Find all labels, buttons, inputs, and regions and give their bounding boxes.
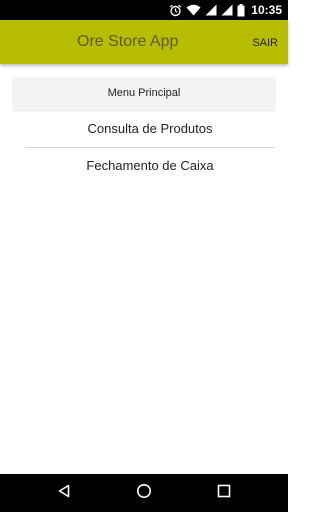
app-bar: Ore Store App SAIR [0, 20, 288, 64]
home-button[interactable] [124, 474, 164, 512]
signal-no-data-icon [205, 4, 217, 16]
recents-button[interactable] [204, 474, 244, 512]
navigation-bar [0, 474, 288, 512]
cell-signal-icon [221, 4, 233, 16]
home-icon [136, 483, 152, 504]
status-icons: 10:35 [169, 0, 282, 20]
menu-item-fechamento-caixa[interactable]: Fechamento de Caixa [25, 148, 275, 184]
alarm-icon [169, 4, 182, 17]
menu-header: Menu Principal [13, 77, 275, 110]
back-button[interactable] [44, 474, 84, 512]
recents-icon [217, 484, 231, 503]
status-time: 10:35 [251, 3, 282, 17]
app-title: Ore Store App [77, 33, 179, 50]
back-icon [57, 484, 71, 503]
wifi-icon [186, 4, 201, 16]
status-bar: 10:35 [0, 0, 288, 20]
logout-button[interactable]: SAIR [252, 20, 278, 64]
battery-icon [237, 3, 245, 17]
menu-item-consulta-produtos[interactable]: Consulta de Produtos [25, 111, 275, 147]
